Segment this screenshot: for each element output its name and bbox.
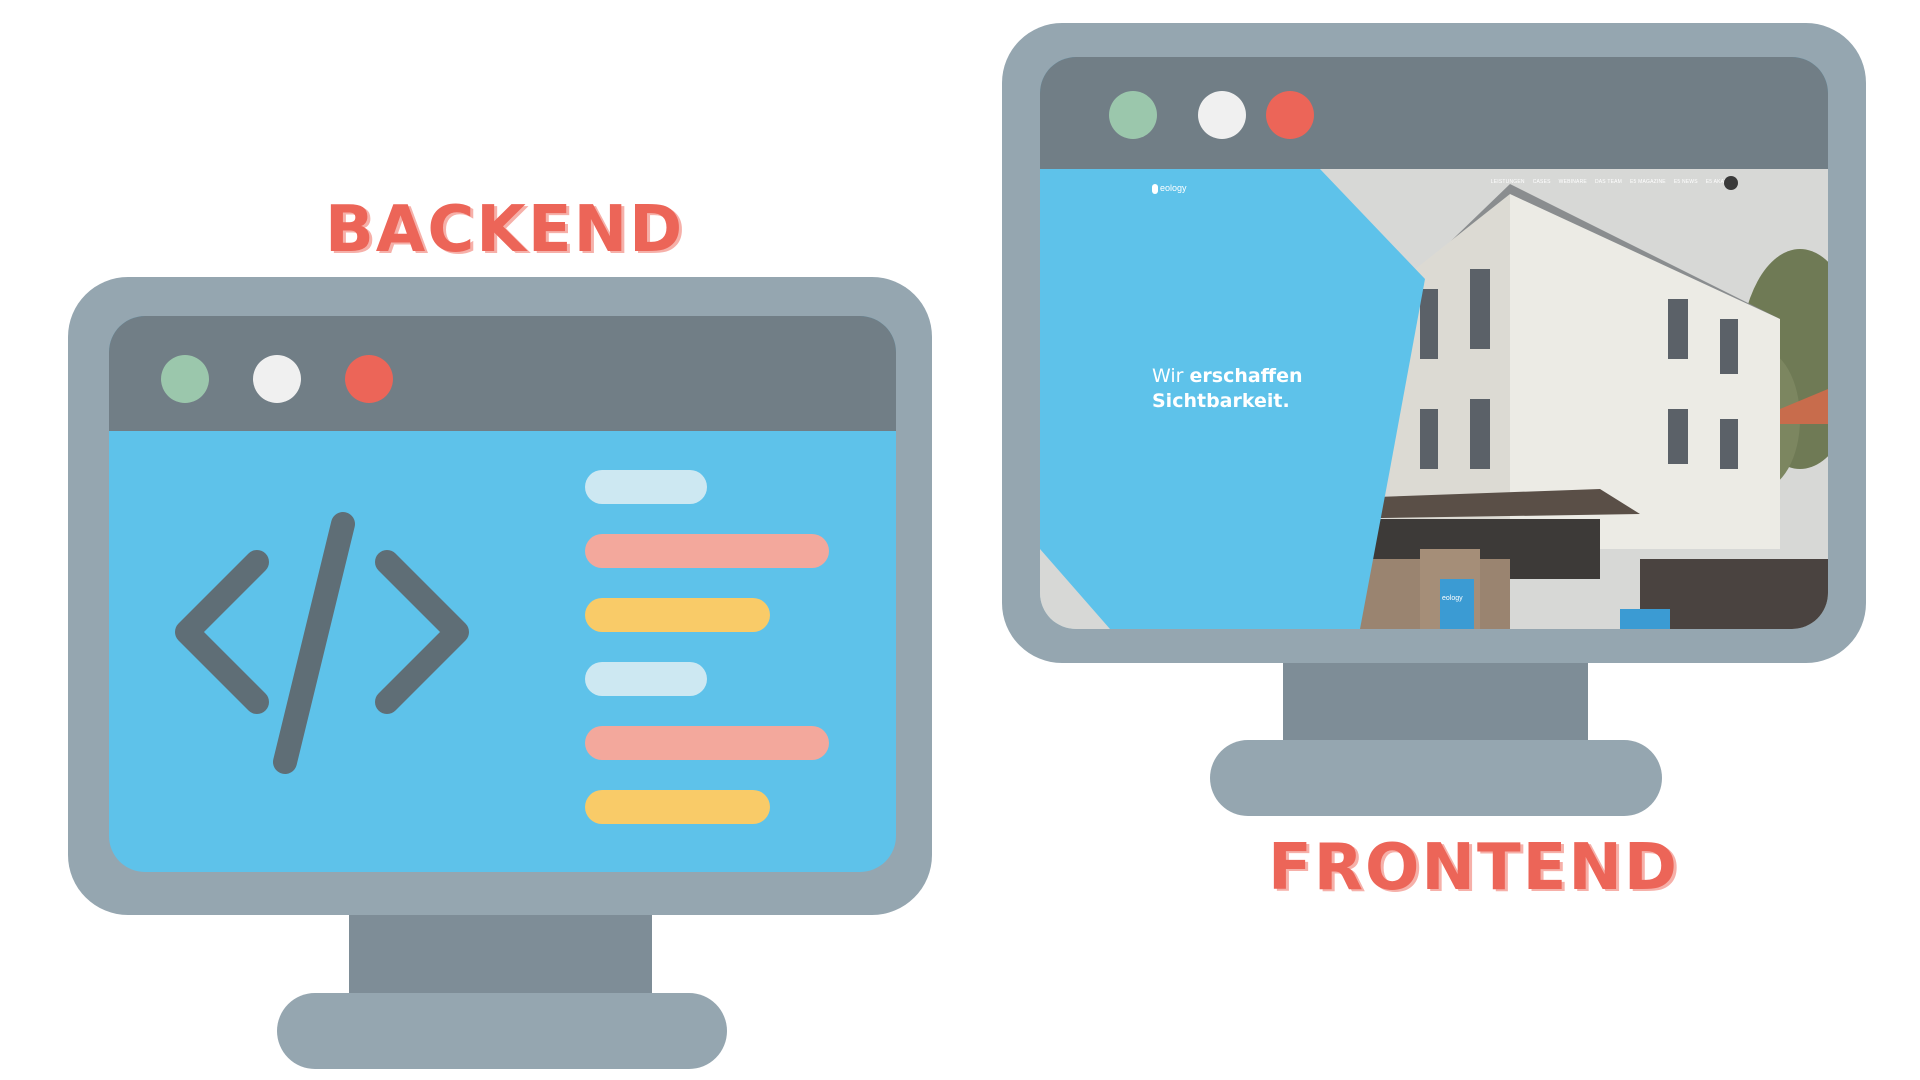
nav-item-news[interactable]: E5 NEWS (1674, 179, 1698, 185)
site-logo-text: eology (1160, 183, 1187, 193)
hero-headline: Wir erschaffen Sichtbarkeit. (1152, 364, 1302, 414)
site-logo[interactable]: eology (1152, 183, 1187, 194)
nav-item-webinare[interactable]: WEBINARE (1559, 179, 1587, 185)
nav-item-leistungen[interactable]: LEISTUNGEN (1491, 179, 1525, 185)
site-navigation: LEISTUNGEN CASES WEBINARE DAS TEAM E5 MA… (1491, 179, 1728, 185)
window-dot-green-icon (1109, 91, 1157, 139)
code-line-2 (585, 534, 829, 568)
code-line-3 (585, 598, 770, 632)
website-preview: eology LEISTUNGEN CASES WEBINARE DAS TEA… (1040, 169, 1828, 629)
code-line-4 (585, 662, 707, 696)
nav-item-das-team[interactable]: DAS TEAM (1595, 179, 1622, 185)
backend-window-titlebar (109, 316, 896, 431)
backend-monitor-stand (277, 993, 727, 1069)
hero-text-bold-2: Sichtbarkeit. (1152, 390, 1290, 412)
backend-monitor-neck (349, 915, 652, 995)
eology-logo-icon (1152, 183, 1158, 194)
window-dot-white-icon (253, 355, 301, 403)
backend-heading: BACKEND (325, 193, 685, 267)
frontend-monitor-screen: eology LEISTUNGEN CASES WEBINARE DAS TEA… (1040, 57, 1828, 629)
frontend-window-titlebar (1040, 57, 1828, 169)
window-dot-red-icon (1266, 91, 1314, 139)
hero-text-prefix: Wir (1152, 365, 1190, 387)
code-line-5 (585, 726, 829, 760)
window-dot-white-icon (1198, 91, 1246, 139)
hero-text-bold-1: erschaffen (1189, 365, 1303, 387)
hamburger-menu-icon[interactable] (1724, 176, 1738, 190)
code-line-1 (585, 470, 707, 504)
window-dot-red-icon (345, 355, 393, 403)
frontend-monitor-neck (1283, 663, 1588, 743)
backend-monitor-screen (109, 316, 896, 872)
nav-item-magazine[interactable]: E5 MAGAZINE (1630, 179, 1666, 185)
window-dot-green-icon (161, 355, 209, 403)
nav-item-cases[interactable]: CASES (1533, 179, 1551, 185)
code-brackets-icon (175, 512, 469, 774)
frontend-heading: FRONTEND (1268, 831, 1680, 905)
building-sign-text: eology (1442, 595, 1463, 602)
frontend-monitor-stand (1210, 740, 1662, 816)
code-line-6 (585, 790, 770, 824)
